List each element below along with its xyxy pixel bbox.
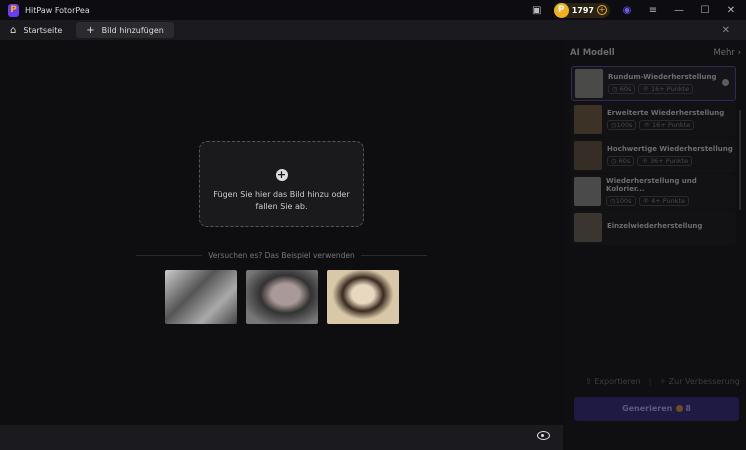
- model-card[interactable]: Rundum-Wiederherstellung ◷ 60s ℗ 16+ Punkt…: [571, 66, 736, 101]
- menu-icon[interactable]: ≡: [646, 3, 660, 17]
- model-name: Einzelwiederherstellung: [607, 222, 703, 230]
- model-name: Erweiterte Wiederherstellung: [607, 109, 725, 117]
- model-list-scrollbar[interactable]: [739, 110, 741, 210]
- tab-home[interactable]: ⌂ Startseite: [0, 22, 72, 38]
- example-image-1[interactable]: [165, 270, 237, 324]
- generate-button[interactable]: Generieren 8: [574, 397, 739, 421]
- tab-add-image-label: Bild hinzufügen: [101, 25, 164, 35]
- close-icon[interactable]: ✕: [724, 3, 738, 17]
- model-time: ◷ 60s: [607, 156, 635, 166]
- panel-title: AI Modell: [570, 48, 615, 58]
- model-thumbnail: [574, 141, 602, 170]
- model-thumbnail: [575, 69, 603, 98]
- model-card[interactable]: Hochwertige Wiederherstellung ◷ 60s ℗ 36+ …: [571, 138, 736, 173]
- coin-icon: [676, 405, 684, 412]
- export-button[interactable]: ⇪ Exportieren: [585, 377, 641, 386]
- model-points: ℗ 16+ Punkte: [639, 120, 695, 130]
- coin-count: 1797: [571, 5, 594, 15]
- model-card[interactable]: Einzelwiederherstellung: [571, 210, 736, 245]
- model-time: ◷100s: [607, 120, 637, 130]
- home-icon: ⌂: [10, 24, 17, 36]
- tab-bar: ⌂ Startseite + Bild hinzufügen ✕: [0, 20, 746, 40]
- divider: |: [648, 377, 652, 386]
- drop-zone[interactable]: + Fügen Sie hier das Bild hinzu oder fal…: [199, 141, 364, 227]
- example-image-2[interactable]: [246, 270, 318, 324]
- close-tab-icon[interactable]: ✕: [722, 25, 730, 36]
- model-time: ◷ 60s: [608, 84, 636, 94]
- preview-eye-icon[interactable]: [537, 431, 550, 440]
- app-title: HitPaw FotorPea: [25, 5, 90, 15]
- tab-home-label: Startseite: [23, 25, 63, 35]
- drop-zone-text: Fügen Sie hier das Bild hinzu oder falle…: [213, 190, 350, 211]
- example-image-3[interactable]: [327, 270, 399, 324]
- minimize-icon[interactable]: —: [672, 3, 686, 17]
- model-points: ℗ 16+ Punkte: [638, 84, 694, 94]
- user-avatar-icon[interactable]: ◉: [620, 3, 634, 17]
- tab-add-image[interactable]: + Bild hinzufügen: [76, 22, 174, 38]
- enhance-button[interactable]: ✧ Zur Verbesserung: [659, 377, 739, 386]
- coin-icon: P: [553, 2, 569, 18]
- maximize-icon[interactable]: ☐: [698, 3, 712, 17]
- model-list: Rundum-Wiederherstellung ◷ 60s ℗ 16+ Punkt…: [571, 66, 736, 262]
- model-name: Wiederherstellung und Kolorier...: [606, 177, 697, 193]
- model-time: ◷100s: [606, 196, 636, 206]
- model-card[interactable]: Wiederherstellung und Kolorier... ◷100s ℗ …: [571, 174, 736, 209]
- coin-balance[interactable]: P 1797 +: [553, 2, 610, 18]
- model-thumbnail: [574, 213, 602, 242]
- app-logo: P: [8, 3, 19, 17]
- model-thumbnail: [574, 177, 602, 206]
- model-card[interactable]: Erweiterte Wiederherstellung ◷100s ℗ 16+ P…: [571, 102, 736, 137]
- model-points: ℗ 4+ Punkte: [638, 196, 690, 206]
- model-thumbnail: [574, 105, 602, 134]
- feedback-icon[interactable]: ▣: [530, 3, 544, 17]
- bottom-bar: [0, 425, 563, 450]
- canvas-area: + Fügen Sie hier das Bild hinzu oder fal…: [0, 40, 563, 425]
- add-coins-icon[interactable]: +: [597, 5, 607, 15]
- more-link[interactable]: Mehr ›: [713, 48, 741, 58]
- plus-icon: +: [86, 24, 95, 36]
- model-name: Rundum-Wiederherstellung: [608, 73, 717, 81]
- model-name: Hochwertige Wiederherstellung: [607, 145, 733, 153]
- selected-check-icon: [722, 79, 729, 86]
- model-points: ℗ 36+ Punkte: [637, 156, 693, 166]
- examples-label: Versuchen es? Das Beispiel verwenden: [208, 251, 355, 260]
- add-image-icon: +: [275, 168, 288, 181]
- examples-divider: Versuchen es? Das Beispiel verwenden: [136, 251, 427, 260]
- generate-cost: 8: [685, 404, 691, 413]
- title-bar: P HitPaw FotorPea ▣ P 1797 + ◉ ≡ — ☐ ✕: [0, 0, 746, 20]
- ai-model-panel: AI Modell Mehr › Rundum-Wiederherstellung…: [565, 40, 746, 450]
